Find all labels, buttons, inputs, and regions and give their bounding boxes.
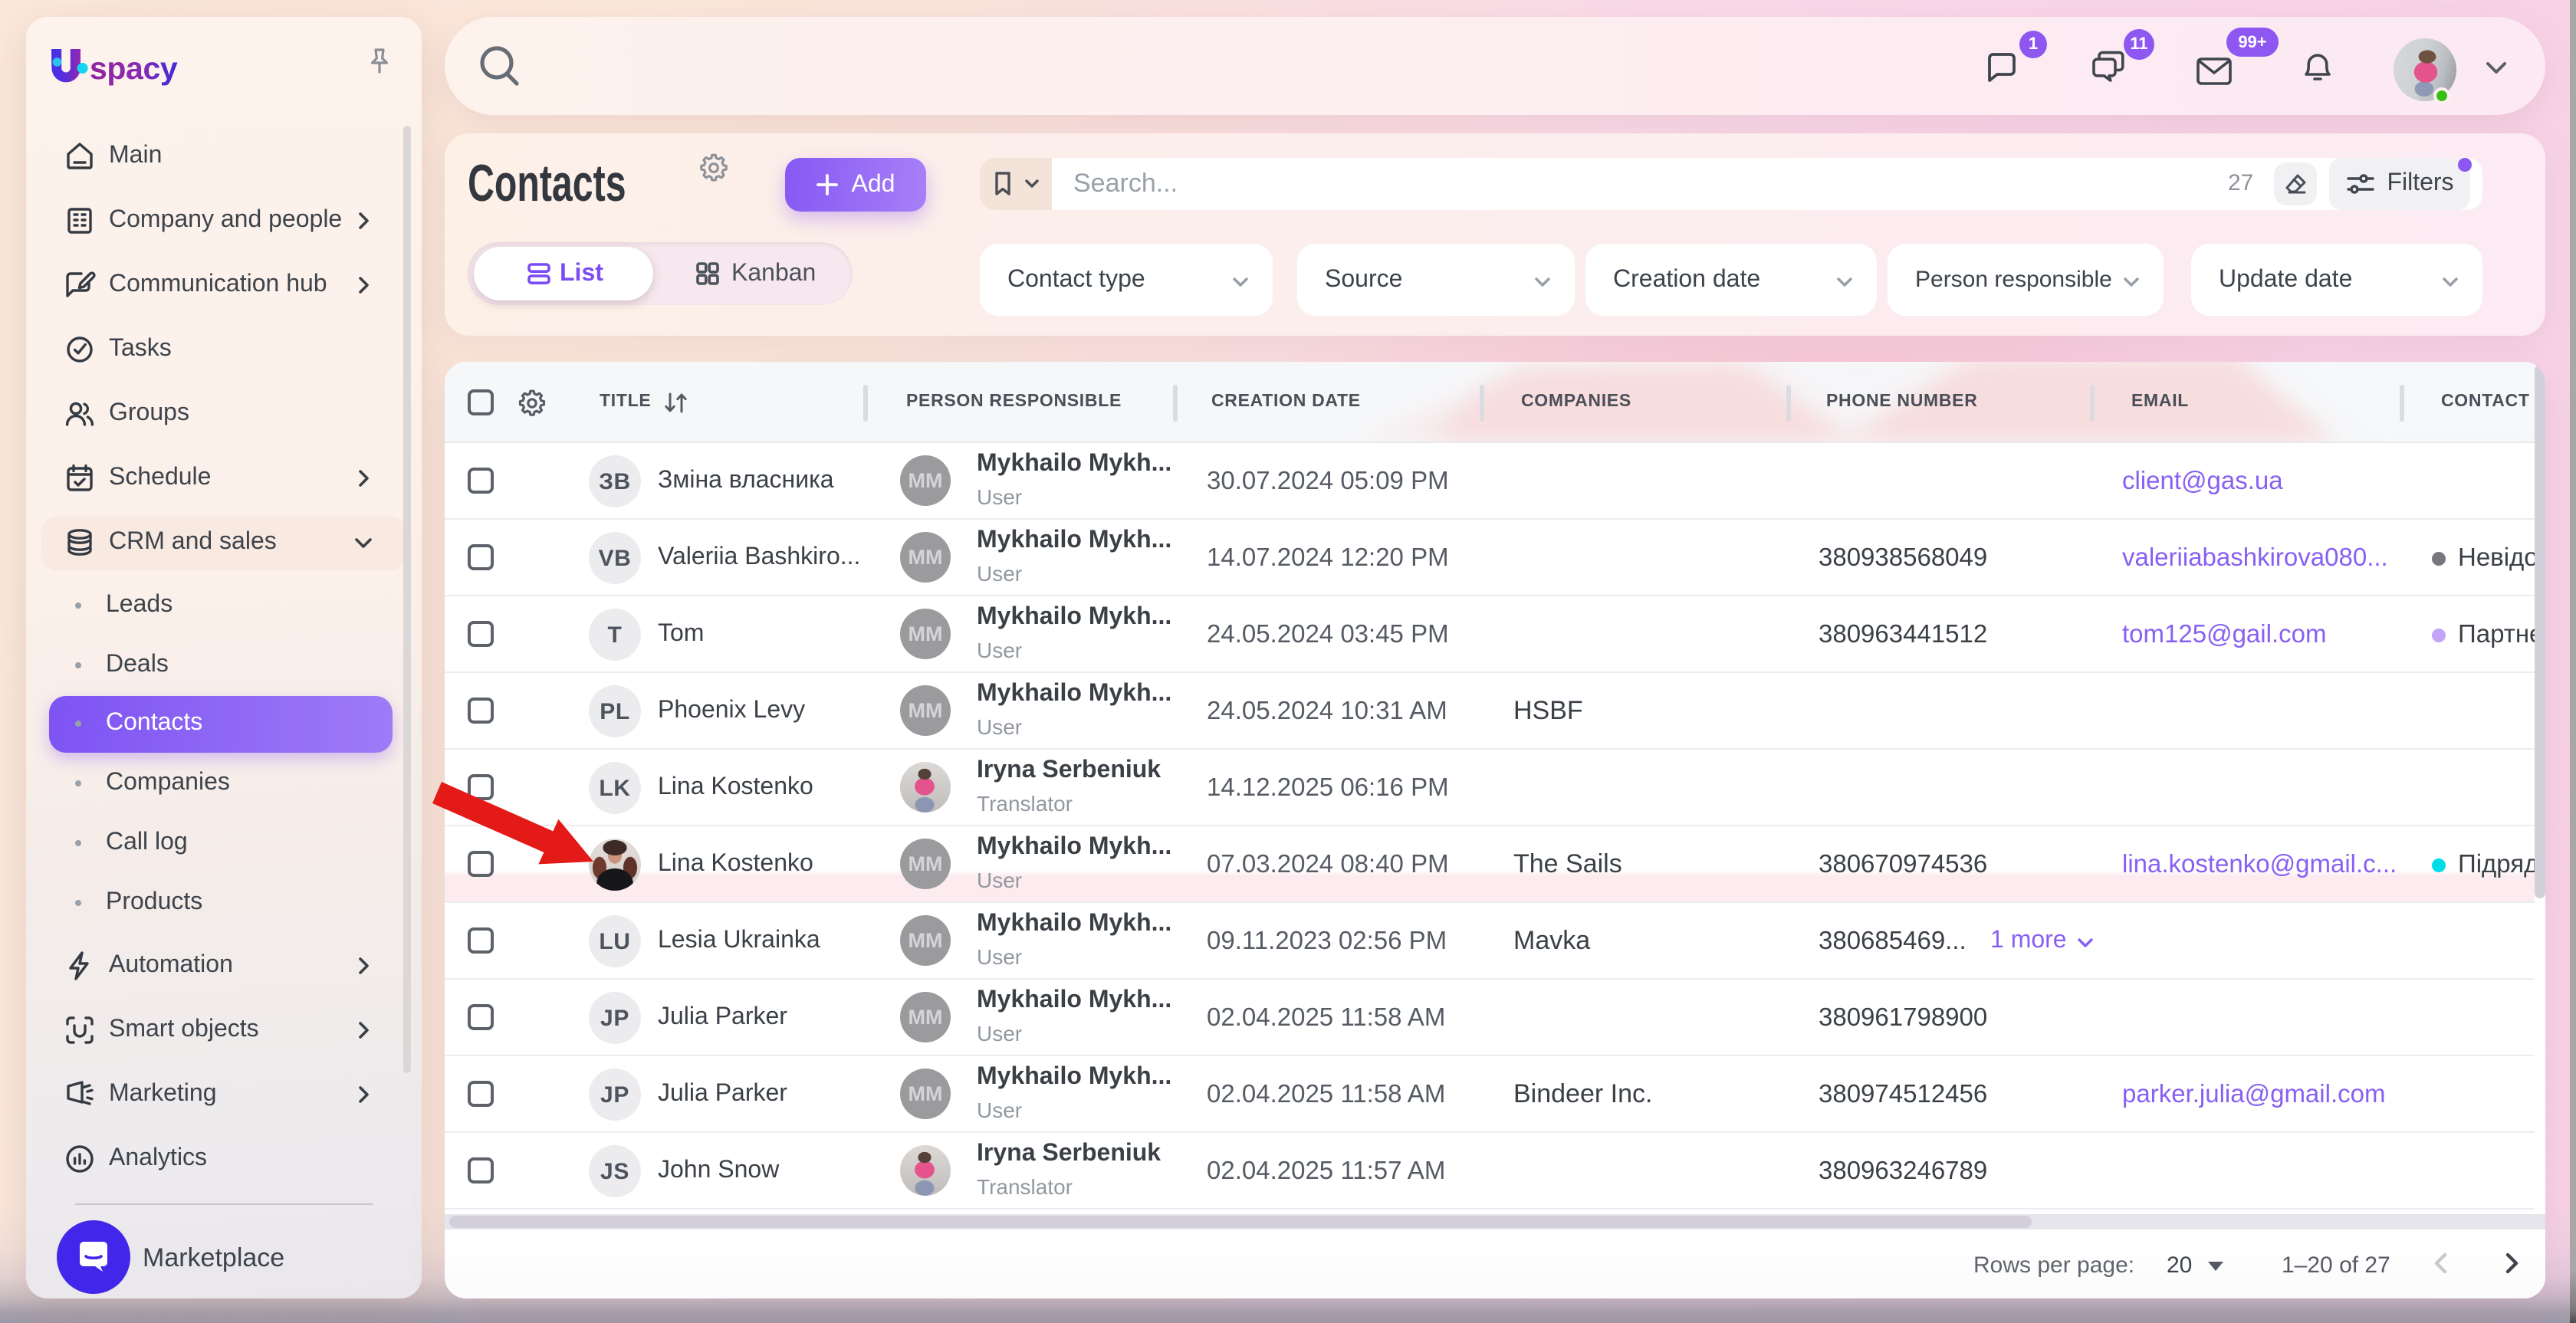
svg-text:spacy: spacy — [90, 51, 178, 86]
